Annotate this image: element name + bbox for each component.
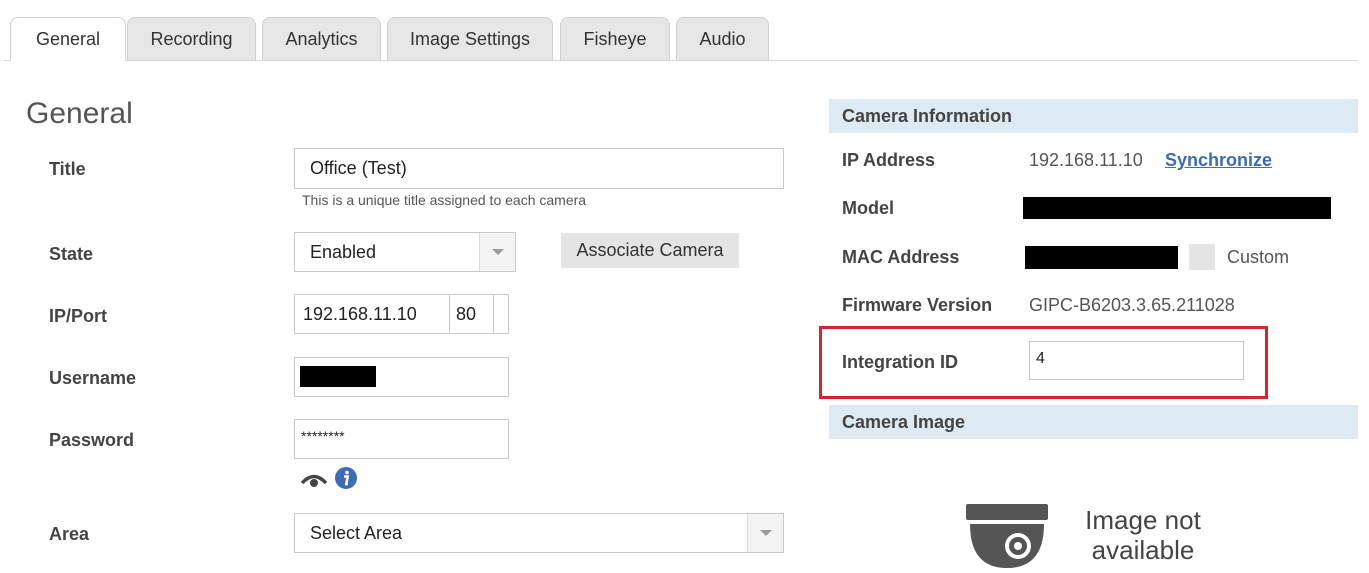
area-label: Area [49, 524, 90, 544]
no-image-line-1: Image not [1085, 505, 1201, 535]
firmware-version-label: Firmware Version [842, 295, 993, 315]
associate-camera-button[interactable]: Associate Camera [561, 233, 739, 268]
image-not-available-text: Image not available [1060, 505, 1226, 565]
dome-camera-icon [966, 504, 1048, 568]
info-icon[interactable] [334, 466, 358, 490]
state-select[interactable]: Enabled [294, 232, 516, 272]
tab-recording[interactable]: Recording [127, 17, 256, 60]
state-select-value: Enabled [310, 241, 377, 262]
username-label: Username [49, 368, 137, 388]
chevron-down-icon [479, 233, 515, 271]
redacted-username [300, 366, 376, 387]
integration-id-input[interactable]: 4 [1029, 341, 1244, 380]
title-input[interactable]: Office (Test) [294, 148, 784, 189]
custom-label: Custom [1227, 247, 1290, 267]
general-heading: General [26, 97, 133, 130]
integration-id-label: Integration ID [842, 352, 958, 372]
ip-input[interactable]: 192.168.11.10 [294, 294, 450, 334]
tab-analytics[interactable]: Analytics [262, 17, 381, 60]
show-password-icon[interactable] [300, 468, 328, 490]
area-select-value: Select Area [310, 522, 403, 543]
ip-address-label: IP Address [842, 150, 936, 170]
no-image-line-2: available [1091, 535, 1195, 565]
area-select[interactable]: Select Area [294, 513, 784, 553]
camera-image-header: Camera Image [829, 405, 1358, 439]
redacted-mac [1025, 246, 1178, 269]
state-label: State [49, 244, 94, 264]
port-extra-field [493, 294, 509, 334]
model-label: Model [842, 198, 894, 218]
password-input[interactable]: ******** [294, 419, 509, 459]
title-label: Title [49, 159, 86, 179]
firmware-version-value: GIPC-B6203.3.65.211028 [1029, 295, 1235, 315]
port-input[interactable]: 80 [449, 294, 494, 334]
tab-bar: General Recording Analytics Image Settin… [4, 17, 1358, 61]
tab-image-settings[interactable]: Image Settings [387, 17, 553, 60]
chevron-down-icon [747, 514, 783, 552]
tab-audio[interactable]: Audio [676, 17, 769, 60]
custom-checkbox[interactable] [1189, 244, 1215, 270]
redacted-model [1023, 197, 1331, 219]
camera-information-header: Camera Information [829, 99, 1358, 133]
tab-general[interactable]: General [10, 17, 126, 61]
password-label: Password [49, 430, 135, 450]
tab-fisheye[interactable]: Fisheye [560, 17, 670, 60]
mac-address-label: MAC Address [842, 247, 960, 267]
synchronize-link[interactable]: Synchronize [1165, 150, 1272, 171]
title-help-text: This is a unique title assigned to each … [302, 192, 587, 208]
ipport-label: IP/Port [49, 306, 108, 326]
ip-address-value: 192.168.11.10 [1029, 150, 1143, 170]
